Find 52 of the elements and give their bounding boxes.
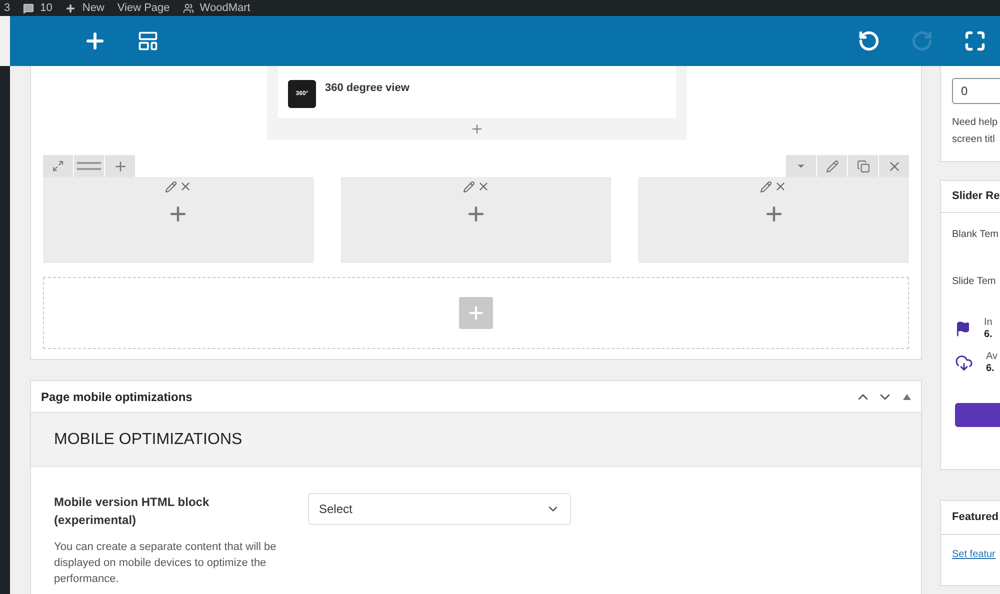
field-description: You can create a separate content that will be displayed on mobile devices to optimize the performance.	[54, 540, 278, 587]
clone-button[interactable]	[848, 155, 878, 177]
close-icon[interactable]	[178, 180, 192, 193]
expand-button[interactable]	[43, 155, 73, 177]
layout-icon[interactable]	[137, 30, 159, 52]
add-icon	[112, 158, 128, 174]
section-title: MOBILE OPTIMIZATIONS	[54, 430, 242, 450]
edit-button[interactable]	[817, 155, 847, 177]
field-label: Mobile version HTML block (experimental)	[54, 494, 210, 529]
layout-button[interactable]	[74, 155, 104, 177]
edit-icon[interactable]	[760, 180, 772, 192]
help-text: screen titl	[952, 133, 996, 147]
admin-bar-item[interactable]: 3	[4, 2, 10, 14]
element-title: 360 degree view	[325, 81, 410, 96]
box-title: Slider Re	[952, 189, 1000, 204]
plus-icon	[65, 2, 76, 14]
columns-icon	[77, 162, 101, 170]
help-text: Need help	[952, 116, 999, 130]
fullscreen-icon[interactable]	[964, 30, 986, 52]
template-label: Blank Tem	[951, 228, 1000, 242]
edit-icon[interactable]	[164, 180, 177, 192]
order-field[interactable]: 0	[952, 78, 1000, 104]
people-icon	[182, 2, 194, 14]
admin-bar-item[interactable]: New	[82, 2, 104, 14]
collapse-icon[interactable]	[903, 394, 911, 400]
close-icon[interactable]	[774, 180, 788, 193]
admin-bar-item[interactable]: WoodMart	[200, 2, 250, 14]
edit-icon	[826, 160, 838, 172]
info-label: In	[984, 317, 992, 329]
set-featured-link[interactable]: Set featur	[941, 547, 1000, 562]
copy-icon	[856, 160, 870, 172]
add-icon[interactable]	[470, 122, 484, 136]
template-label: Slide Tem	[951, 275, 997, 289]
panel-title: Page mobile optimizations	[41, 388, 192, 406]
admin-bar-item[interactable]: View Page	[117, 2, 170, 14]
close-icon[interactable]	[476, 180, 490, 193]
select-field[interactable]: Select	[308, 493, 571, 525]
expand-icon	[52, 160, 64, 172]
edit-icon[interactable]	[462, 180, 474, 192]
undo-icon[interactable]	[858, 30, 880, 52]
box-title: Featured	[952, 510, 998, 526]
flag-icon	[955, 321, 971, 337]
delete-button[interactable]	[879, 155, 909, 177]
toggle-button[interactable]	[786, 155, 816, 177]
info-label: Av	[986, 351, 998, 363]
version-text: 6.	[986, 363, 996, 375]
comment-icon	[23, 2, 34, 14]
admin-bar-item[interactable]: 10	[40, 2, 52, 14]
version-text: 6.	[984, 329, 992, 341]
cloud-download-icon	[955, 354, 973, 372]
add-icon	[466, 303, 486, 323]
add-button[interactable]	[105, 155, 135, 177]
